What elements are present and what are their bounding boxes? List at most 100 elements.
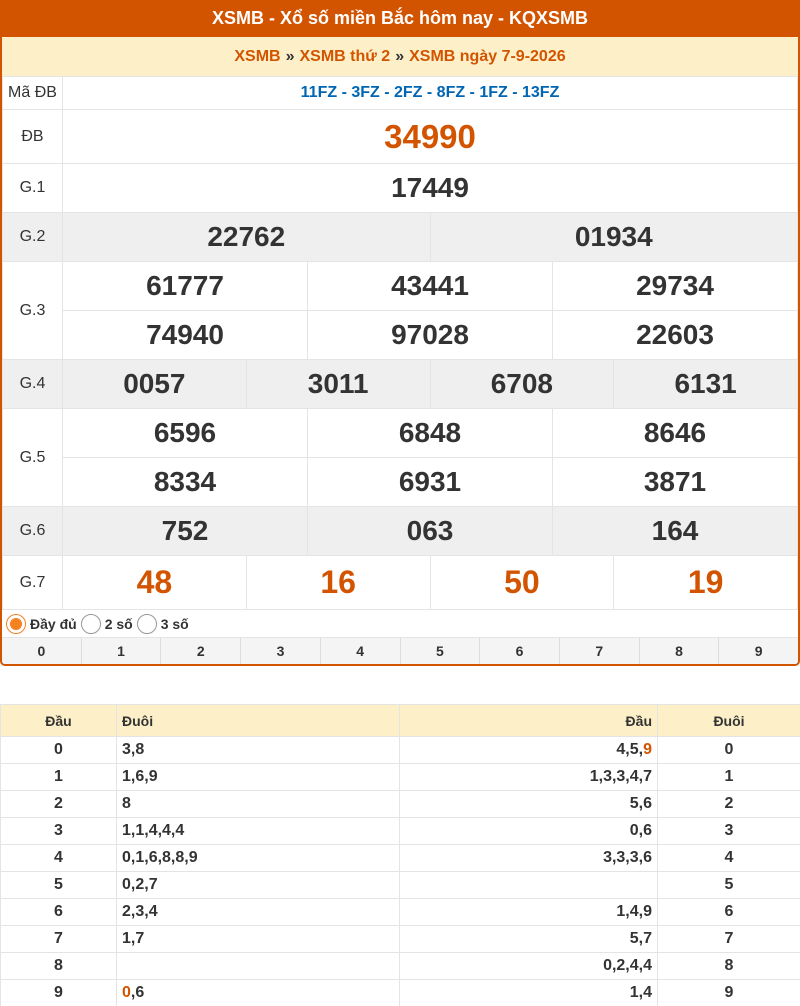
breadcrumb-separator: »	[285, 47, 295, 65]
tail-digit: 3	[657, 817, 800, 845]
radio-selected-icon[interactable]	[6, 613, 26, 634]
digit-button[interactable]: 2	[161, 638, 242, 664]
page-title: XSMB - Xổ số miền Bắc hôm nay - KQXSMB	[2, 0, 798, 37]
prize-label: G.7	[2, 555, 63, 610]
prize-number: 3011	[245, 359, 431, 409]
head-values: 5,6	[399, 790, 658, 818]
digit-button[interactable]: 6	[480, 638, 560, 664]
results-table: Mã ĐB 11FZ - 3FZ - 2FZ - 8FZ - 1FZ - 13F…	[2, 76, 798, 610]
breadcrumb-date[interactable]: XSMB ngày 7-9-2026	[409, 48, 566, 66]
prize-number: 752	[62, 506, 308, 556]
tail-digit: 1	[657, 763, 800, 791]
table-row: 0 3,8 4,5,9 0	[0, 736, 800, 764]
digit-button[interactable]: 5	[401, 638, 481, 664]
head-values: 0,2,4,4	[399, 952, 658, 980]
tail-digit: 4	[657, 844, 800, 872]
prize-number: 0057	[62, 359, 247, 409]
prize-number: 48	[62, 555, 247, 610]
prize-number: 6131	[613, 359, 798, 409]
radio-icon[interactable]	[136, 613, 157, 634]
head-digit: 2	[0, 790, 117, 818]
prize-label: Mã ĐB	[2, 76, 63, 110]
option-three-digits[interactable]: 3 số	[136, 613, 189, 634]
head-digit: 0	[0, 736, 117, 764]
display-options: Đầy đủ 2 số 3 số	[2, 610, 798, 638]
prize-number: 29734	[552, 261, 798, 311]
row-db: ĐB 34990	[2, 109, 798, 164]
tail-values: 1,6,9	[116, 763, 400, 791]
tail-values-highlight: 0	[122, 984, 131, 1001]
head-values-text: 4,5,	[616, 741, 644, 758]
head-digit: 1	[0, 763, 117, 791]
prize-number: 97028	[307, 310, 553, 360]
special-prize: 34990	[62, 109, 798, 164]
prize-number: 19	[613, 555, 798, 610]
prize-number: 74940	[62, 310, 308, 360]
tail-digit: 2	[657, 790, 800, 818]
prize-number: 17449	[62, 163, 798, 213]
head-digit: 8	[0, 952, 117, 980]
table-row: 7 1,7 5,7 7	[0, 925, 800, 953]
tail-values: 8	[116, 790, 400, 818]
column-header-dau: Đầu	[399, 704, 658, 737]
prize-label: G.2	[2, 212, 63, 262]
digit-button[interactable]: 8	[640, 638, 720, 664]
row-g5: G.5 6596 6848 8646	[2, 408, 798, 507]
tail-digit: 9	[657, 979, 800, 1006]
digit-button[interactable]: 1	[82, 638, 162, 664]
row-madb: Mã ĐB 11FZ - 3FZ - 2FZ - 8FZ - 1FZ - 13F…	[2, 76, 798, 110]
table-row: 4 0,1,6,8,8,9 3,3,3,6 4	[0, 844, 800, 872]
breadcrumb-weekday[interactable]: XSMB thứ 2	[300, 48, 391, 66]
digit-button[interactable]: 4	[321, 638, 401, 664]
tail-values: 0,6	[116, 979, 400, 1006]
prize-number: 16	[245, 555, 431, 610]
breadcrumb-xsmb[interactable]: XSMB	[234, 48, 280, 66]
digit-button[interactable]: 7	[560, 638, 640, 664]
breadcrumb-separator: »	[395, 47, 405, 65]
head-digit: 9	[0, 979, 117, 1006]
row-g7: G.7 48 16 50 19	[2, 555, 798, 610]
digit-button[interactable]: 0	[2, 638, 82, 664]
head-values: 4,5,9	[399, 736, 658, 764]
prize-number: 61777	[62, 261, 308, 311]
head-values: 1,3,3,4,7	[399, 763, 658, 791]
option-label: 2 số	[104, 615, 133, 632]
tail-values: 1,7	[116, 925, 400, 953]
tail-digit: 7	[657, 925, 800, 953]
tail-values: 0,2,7	[116, 871, 400, 899]
table-row: 5 0,2,7 5	[0, 871, 800, 899]
prize-number: 8646	[552, 408, 798, 458]
row-g5: 8334 6931 3871	[3, 457, 798, 507]
row-g3: G.3 61777 43441 29734	[2, 261, 798, 360]
tail-values: 0,1,6,8,8,9	[116, 844, 400, 872]
tail-values: 3,8	[116, 736, 400, 764]
breadcrumb: XSMB » XSMB thứ 2 » XSMB ngày 7-9-2026	[2, 37, 798, 76]
head-values: 1,4	[399, 979, 658, 1006]
column-header-dau: Đầu	[0, 704, 117, 737]
head-values: 1,4,9	[399, 898, 658, 926]
table-row: 1 1,6,9 1,3,3,4,7 1	[0, 763, 800, 791]
row-g2: G.2 22762 01934	[2, 212, 798, 262]
head-values: 3,3,3,6	[399, 844, 658, 872]
results-panel: XSMB - Xổ số miền Bắc hôm nay - KQXSMB X…	[0, 0, 800, 666]
head-digit: 3	[0, 817, 117, 845]
tail-values-text: ,6	[130, 984, 145, 1001]
madb-value: 11FZ - 3FZ - 2FZ - 8FZ - 1FZ - 13FZ	[62, 76, 798, 110]
prize-label: G.1	[2, 163, 63, 213]
option-label: Đầy đủ	[30, 615, 77, 632]
tail-digit: 5	[657, 871, 800, 899]
table-row: 2 8 5,6 2	[0, 790, 800, 818]
digit-button[interactable]: 3	[241, 638, 321, 664]
tail-digit: 0	[657, 736, 800, 764]
row-g6: G.6 752 063 164	[2, 506, 798, 556]
prize-number: 6931	[307, 457, 553, 507]
radio-icon[interactable]	[80, 613, 101, 634]
option-two-digits[interactable]: 2 số	[80, 613, 133, 634]
tail-digit: 6	[657, 898, 800, 926]
digit-button[interactable]: 9	[719, 638, 798, 664]
prize-label: G.4	[2, 359, 63, 409]
head-values: 5,7	[399, 925, 658, 953]
prize-number: 43441	[307, 261, 553, 311]
option-full[interactable]: Đầy đủ	[6, 613, 77, 634]
prize-number: 8334	[62, 457, 308, 507]
